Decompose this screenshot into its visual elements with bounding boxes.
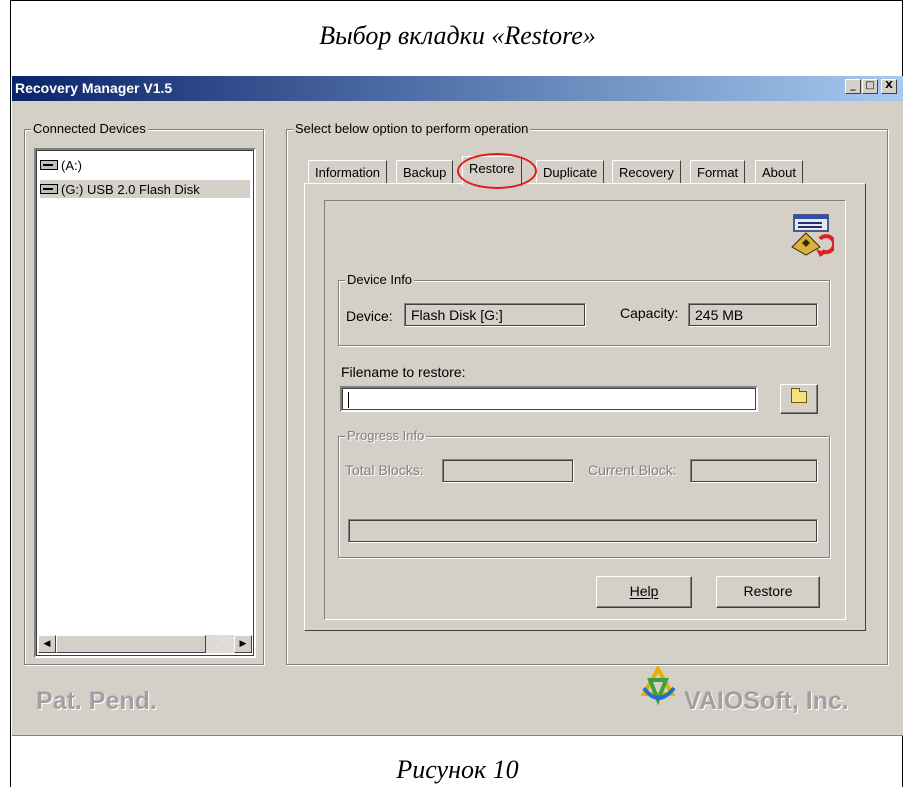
text-caret (348, 392, 349, 408)
restore-button-label: Restore (743, 583, 793, 599)
vaiosoft-logo-icon (640, 666, 676, 706)
devices-listbox[interactable]: (A:) (G:) USB 2.0 Flash Disk (34, 148, 256, 658)
current-block-label: Current Block: (588, 462, 677, 478)
help-button[interactable]: Help (596, 576, 692, 608)
folder-icon (791, 388, 807, 403)
scroll-thumb[interactable] (56, 635, 206, 653)
title-bar[interactable]: Recovery Manager V1.5 _ □ X (12, 76, 903, 101)
device-item-label: (G:) USB 2.0 Flash Disk (61, 181, 200, 197)
current-block-field (690, 459, 818, 483)
scroll-right-arrow-icon[interactable]: ▶ (234, 635, 252, 653)
restore-button[interactable]: Restore (716, 576, 820, 608)
operations-label: Select below option to perform operation (293, 121, 531, 136)
progress-info-label: Progress Info (345, 428, 427, 443)
close-button[interactable]: X (881, 79, 897, 94)
total-blocks-label: Total Blocks: (345, 462, 424, 478)
document-heading: Выбор вкладки «Restore» (319, 21, 596, 50)
progress-bar (348, 519, 818, 543)
browse-folder-button[interactable] (780, 384, 818, 414)
filename-label: Filename to restore: (341, 364, 466, 380)
maximize-button[interactable]: □ (862, 79, 878, 94)
patent-pending-text: Pat. Pend. (36, 687, 157, 715)
drive-icon (40, 160, 58, 170)
device-item-g[interactable]: (G:) USB 2.0 Flash Disk (40, 180, 250, 198)
tab-restore[interactable]: Restore (462, 156, 522, 186)
vaiosoft-company-text: VAIOSoft, Inc. (684, 687, 849, 715)
device-info-label: Device Info (345, 272, 415, 287)
help-button-label: Help (629, 583, 659, 599)
scroll-left-arrow-icon[interactable]: ◀ (38, 635, 56, 653)
window-title: Recovery Manager V1.5 (15, 80, 173, 96)
device-item-a[interactable]: (A:) (40, 156, 250, 174)
devices-horizontal-scrollbar[interactable]: ◀ ▶ (38, 635, 252, 653)
figure-caption: Рисунок 10 (396, 755, 519, 784)
device-value-field: Flash Disk [G:] (404, 303, 586, 327)
device-item-label: (A:) (61, 157, 82, 173)
restore-device-icon (791, 214, 834, 257)
minimize-button[interactable]: _ (845, 79, 861, 94)
device-label: Device: (346, 308, 393, 324)
drive-icon (40, 184, 58, 194)
filename-input[interactable] (340, 386, 758, 412)
total-blocks-field (442, 459, 574, 483)
capacity-label: Capacity: (620, 305, 679, 321)
capacity-value-field: 245 MB (688, 303, 818, 327)
connected-devices-label: Connected Devices (31, 121, 148, 136)
